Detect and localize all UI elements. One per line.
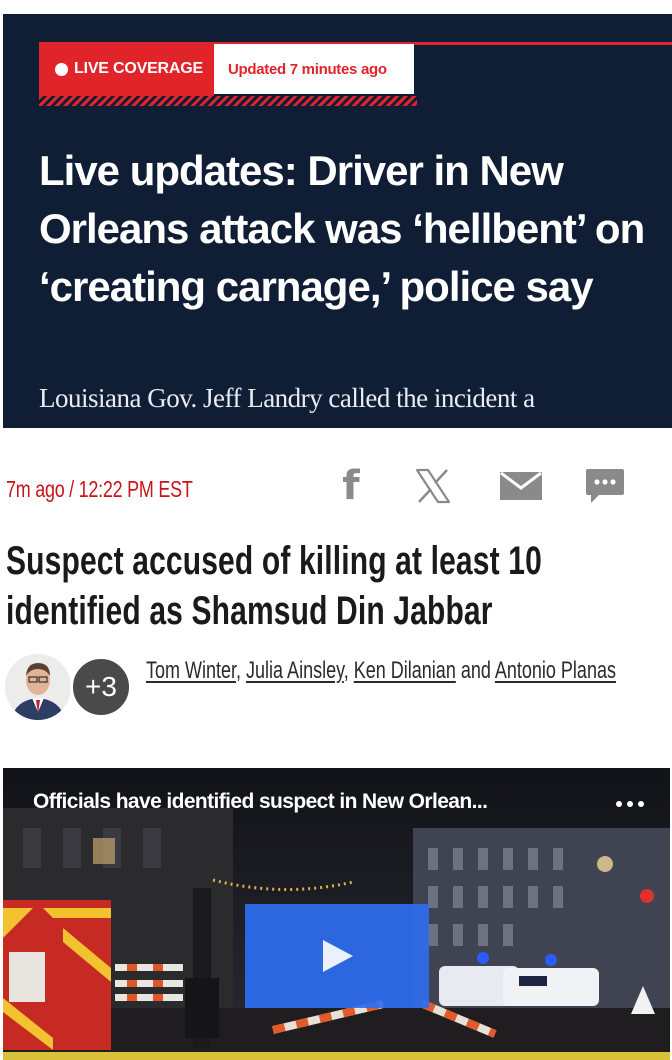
byline-and: and: [460, 657, 491, 684]
author-link-tom-winter[interactable]: Tom Winter: [146, 657, 236, 684]
video-player[interactable]: Officials have identified suspect in New…: [3, 768, 670, 1060]
hero-headline: Live updates: Driver in New Orleans atta…: [39, 147, 645, 310]
video-title: Officials have identified suspect in New…: [33, 790, 488, 813]
live-hero-banner: LIVE COVERAGE Updated 7 minutes ago Live…: [3, 14, 672, 428]
play-button[interactable]: [245, 904, 429, 1008]
post-meta-bar: 7m ago / 12:22 PM EST f: [0, 460, 672, 520]
mail-icon[interactable]: [494, 464, 548, 508]
play-icon: [323, 940, 353, 972]
live-dot-icon: [55, 62, 68, 76]
hero-dek: Louisiana Gov. Jeff Landry called the in…: [39, 383, 535, 413]
live-coverage-badge: LIVE COVERAGE: [39, 42, 214, 96]
post-title: Suspect accused of killing at least 10 i…: [6, 539, 542, 633]
live-badge-group: LIVE COVERAGE Updated 7 minutes ago: [39, 42, 419, 108]
updated-badge: Updated 7 minutes ago: [214, 44, 414, 94]
live-coverage-label: LIVE COVERAGE: [74, 60, 203, 77]
x-icon[interactable]: [406, 464, 460, 508]
author-link-ken-dilanian[interactable]: Ken Dilanian: [354, 657, 456, 684]
author-link-julia-ainsley[interactable]: Julia Ainsley: [246, 657, 344, 684]
author-avatar[interactable]: [5, 654, 71, 720]
more-authors-badge[interactable]: +3: [70, 656, 132, 718]
comment-icon[interactable]: [578, 464, 632, 508]
updated-label: Updated 7 minutes ago: [228, 60, 387, 78]
post-timestamp: 7m ago / 12:22 PM EST: [6, 476, 193, 502]
author-link-antonio-planas[interactable]: Antonio Planas: [495, 657, 616, 684]
author-byline: Tom Winter, Julia Ainsley, Ken Dilanian …: [146, 654, 626, 688]
byline-separator: ,: [343, 657, 349, 684]
badge-hatch-stripe: [39, 96, 417, 106]
video-more-options-icon[interactable]: [612, 792, 648, 816]
byline-separator: ,: [236, 657, 242, 684]
facebook-icon[interactable]: f: [324, 463, 378, 509]
